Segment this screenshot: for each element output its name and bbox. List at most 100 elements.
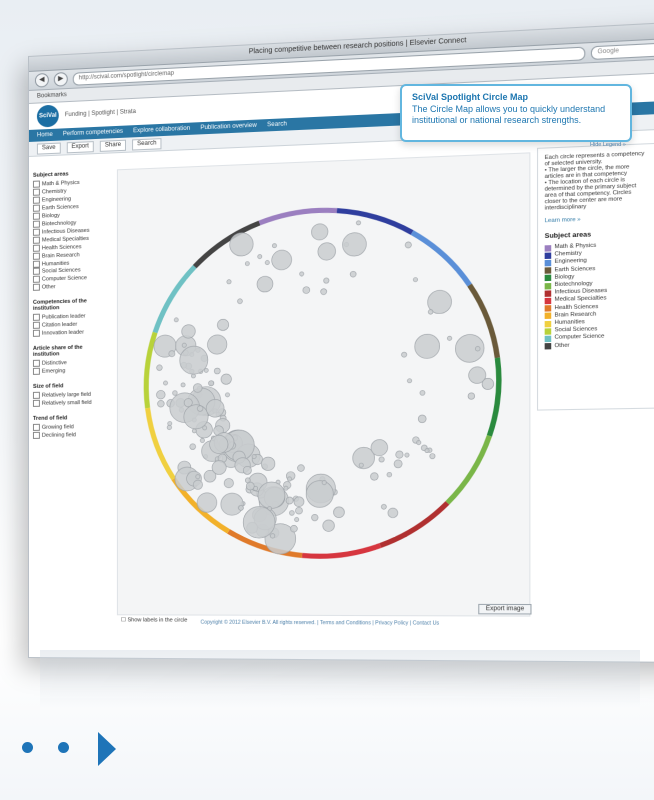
trend-filter-group: Trend of field Growing field Declining f… bbox=[32, 415, 109, 440]
feature-callout: SciVal Spotlight Circle Map The Circle M… bbox=[400, 84, 632, 142]
competency-bubble bbox=[208, 335, 227, 355]
legend-swatch bbox=[544, 290, 552, 297]
carousel-dot[interactable] bbox=[22, 742, 33, 753]
checkbox[interactable] bbox=[32, 244, 40, 252]
ring-segment bbox=[259, 210, 336, 223]
competency-bubble bbox=[193, 383, 202, 392]
competency-bubble bbox=[225, 393, 229, 397]
competency-bubble bbox=[475, 346, 480, 351]
checkbox[interactable] bbox=[32, 196, 40, 204]
competency-bubble bbox=[415, 334, 440, 359]
competency-bubble bbox=[190, 444, 196, 450]
legend-swatch bbox=[544, 267, 552, 274]
competency-bubble bbox=[174, 318, 178, 322]
checkbox[interactable] bbox=[32, 321, 40, 330]
scival-logo[interactable]: SciVal bbox=[36, 104, 59, 128]
checkbox[interactable] bbox=[32, 188, 40, 196]
competency-bubble bbox=[258, 482, 285, 509]
filter-option[interactable]: Emerging bbox=[32, 366, 109, 376]
filter-heading: Article share of the institution bbox=[32, 344, 83, 359]
filter-option[interactable]: Innovation leader bbox=[32, 328, 109, 338]
competency-bubble bbox=[407, 379, 411, 383]
checkbox[interactable] bbox=[32, 367, 40, 376]
circle-map-canvas[interactable] bbox=[116, 152, 531, 617]
checkbox[interactable] bbox=[32, 359, 40, 368]
ring-segment bbox=[337, 208, 412, 235]
competency-bubble bbox=[230, 232, 253, 256]
filter-heading: Competencies of the institution bbox=[32, 298, 87, 313]
nav-collaboration[interactable]: Explore collaboration bbox=[133, 126, 190, 135]
next-arrow-icon[interactable] bbox=[98, 732, 116, 766]
competency-bubble bbox=[306, 481, 333, 508]
search-input[interactable]: Google bbox=[590, 40, 654, 60]
checkbox[interactable] bbox=[32, 423, 40, 431]
competency-bubble bbox=[350, 271, 356, 277]
competency-bubble bbox=[182, 324, 196, 338]
competency-bubble bbox=[272, 244, 276, 248]
competency-bubble bbox=[270, 534, 275, 539]
checkbox[interactable] bbox=[32, 252, 40, 260]
hide-legend-link[interactable]: Hide Legend » bbox=[590, 142, 626, 148]
search-button[interactable]: Search bbox=[132, 137, 162, 151]
save-button[interactable]: Save bbox=[36, 142, 61, 155]
checkbox[interactable] bbox=[32, 268, 40, 276]
share-button[interactable]: Share bbox=[99, 139, 127, 152]
competency-bubble bbox=[379, 457, 384, 462]
legend-swatch bbox=[544, 328, 552, 335]
circle-map[interactable] bbox=[118, 153, 529, 615]
filter-heading: Trend of field bbox=[32, 415, 68, 422]
competency-bubble bbox=[197, 493, 217, 513]
legend-title: Subject areas bbox=[544, 231, 592, 241]
competency-bubble bbox=[447, 336, 451, 340]
checkbox[interactable] bbox=[32, 431, 40, 439]
competency-bubble bbox=[217, 319, 228, 331]
legend-swatch bbox=[544, 275, 552, 282]
competency-bubble bbox=[418, 415, 426, 423]
nav-search[interactable]: Search bbox=[267, 121, 287, 128]
filter-option[interactable]: Declining field bbox=[32, 431, 109, 440]
page-footer[interactable]: Copyright © 2012 Elsevier B.V. All right… bbox=[117, 619, 528, 627]
competency-bubble bbox=[290, 525, 297, 532]
filter-option[interactable]: Other bbox=[32, 282, 109, 292]
checkbox[interactable] bbox=[32, 391, 40, 400]
competency-bubble bbox=[413, 277, 417, 281]
competency-bubble bbox=[333, 507, 344, 518]
checkbox[interactable] bbox=[32, 399, 40, 407]
competency-bubble bbox=[206, 399, 224, 417]
competency-bubble bbox=[168, 421, 172, 425]
nav-publication[interactable]: Publication overview bbox=[200, 123, 256, 132]
checkbox[interactable] bbox=[32, 236, 40, 244]
competency-bubble bbox=[396, 451, 403, 458]
competency-bubble bbox=[323, 520, 335, 532]
export-image-button[interactable]: Export image bbox=[478, 603, 532, 615]
competency-bubble bbox=[158, 400, 165, 407]
checkbox[interactable] bbox=[32, 329, 40, 338]
back-icon[interactable]: ◀ bbox=[34, 72, 49, 88]
legend-swatch bbox=[544, 320, 552, 327]
competency-bubble bbox=[182, 343, 186, 347]
carousel-dot[interactable] bbox=[58, 742, 69, 753]
checkbox[interactable] bbox=[32, 284, 40, 292]
nav-home[interactable]: Home bbox=[37, 132, 53, 139]
export-button[interactable]: Export bbox=[66, 140, 94, 153]
forward-icon[interactable]: ▶ bbox=[53, 71, 68, 87]
checkbox[interactable] bbox=[32, 260, 40, 268]
ring-segment bbox=[146, 332, 155, 408]
nav-competencies[interactable]: Perform competencies bbox=[63, 129, 123, 138]
competency-bubble bbox=[224, 478, 233, 487]
learn-more-link[interactable]: Learn more » bbox=[545, 214, 649, 225]
competency-bubble bbox=[239, 505, 244, 510]
checkbox[interactable] bbox=[32, 314, 40, 322]
checkbox[interactable] bbox=[32, 276, 40, 284]
competency-bubble bbox=[209, 381, 214, 386]
checkbox[interactable] bbox=[32, 220, 40, 228]
checkbox[interactable] bbox=[32, 204, 40, 212]
checkbox[interactable] bbox=[32, 212, 40, 220]
checkbox[interactable] bbox=[32, 180, 40, 188]
checkbox[interactable] bbox=[32, 228, 40, 236]
competency-bubble bbox=[245, 478, 250, 483]
legend-item[interactable]: Other bbox=[544, 340, 649, 350]
competency-bubble bbox=[387, 472, 392, 477]
competency-bubble bbox=[468, 393, 475, 400]
filter-option[interactable]: Relatively small field bbox=[32, 399, 109, 408]
